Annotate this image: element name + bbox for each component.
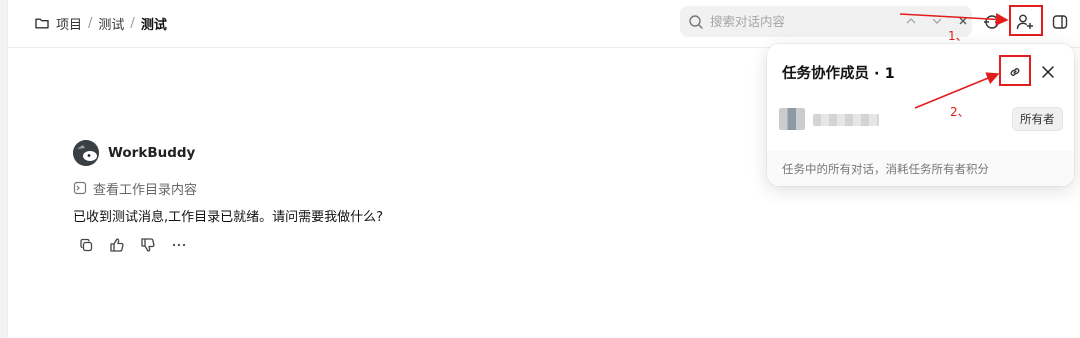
view-directory-link[interactable]: 查看工作目录内容 <box>73 180 198 198</box>
thumbs-down-icon[interactable] <box>139 236 157 254</box>
workbuddy-avatar <box>73 140 99 166</box>
annotation-step-2: 2、 <box>950 105 970 119</box>
terminal-icon <box>73 181 87 195</box>
view-directory-label: 查看工作目录内容 <box>93 182 198 198</box>
copy-icon[interactable] <box>77 236 95 254</box>
annotation-arrows <box>899 12 1009 109</box>
more-icon[interactable] <box>170 236 188 254</box>
thumbs-up-icon[interactable] <box>108 236 126 254</box>
message-actions <box>77 236 188 254</box>
message-text: 已收到测试消息,工作目录已就绪。请问需要我做什么? <box>73 210 384 225</box>
sender-name: WorkBuddy <box>108 145 196 161</box>
annotation-step-1: 1、 <box>948 29 968 43</box>
